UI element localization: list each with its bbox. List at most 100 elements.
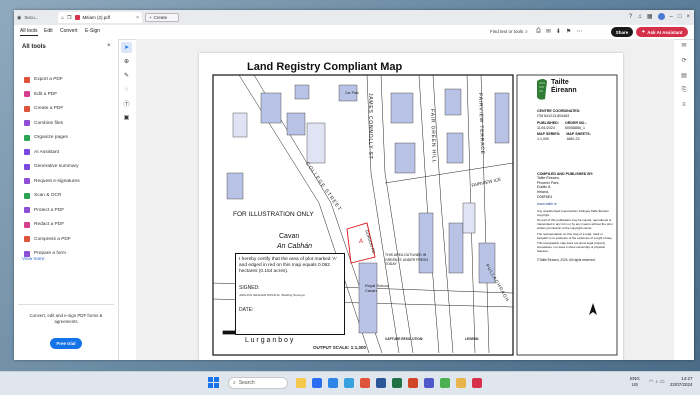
chrome-app-icon[interactable]: [440, 378, 450, 388]
tool-item[interactable]: Compress a PDF: [24, 235, 71, 244]
excel-app-icon[interactable]: [392, 378, 402, 388]
tool-item[interactable]: Redact a PDF: [24, 220, 64, 229]
window-close-icon[interactable]: ×: [686, 14, 690, 20]
find-tools[interactable]: Find text or tools ⌕: [490, 29, 528, 34]
ai-assistant-button[interactable]: ✦ Ask AI Assistant: [636, 27, 688, 37]
layers-icon[interactable]: ≡: [682, 102, 686, 108]
tool-item-label: Combine files: [34, 120, 64, 126]
document-canvas[interactable]: A Land Registry Compliant Map Tailte Éir: [136, 39, 674, 360]
close-panel-icon[interactable]: ×: [107, 43, 111, 49]
menu-edit[interactable]: Edit: [44, 28, 53, 34]
powerpoint-app-icon[interactable]: [408, 378, 418, 388]
copyright: ©Tailte Éireann, 2024. All rights reserv…: [537, 257, 596, 262]
place-name-ga: An Cabhán: [277, 243, 313, 250]
office-app-icon[interactable]: [360, 378, 370, 388]
tool-item[interactable]: Scan & OCR: [24, 191, 61, 200]
promo-box: Convert, edit and e-sign PDF forms & agr…: [18, 304, 114, 360]
menu-bar: All tools Edit Convert E-Sign Find text …: [14, 25, 694, 40]
tool-item[interactable]: Create a PDF: [24, 104, 63, 113]
tool-item[interactable]: Organize pages: [24, 133, 68, 142]
note: No part of this publication may be copie…: [537, 218, 613, 230]
promo-text: Convert, edit and e-sign PDF forms & agr…: [29, 313, 103, 324]
tool-item-label: Compress a PDF: [34, 236, 71, 242]
store-app-icon[interactable]: [344, 378, 354, 388]
help-icon[interactable]: ?: [629, 14, 632, 20]
capture-label: CAPTURE RESOLUTION:: [385, 337, 424, 341]
info-column: CENTRE COORDINATES: ITM 641213,804483 PU…: [537, 109, 613, 262]
create-label: Create: [153, 15, 168, 20]
tool-item[interactable]: Request e-signatures: [24, 177, 80, 186]
lasso-icon[interactable]: ◌: [121, 84, 132, 95]
save-icon[interactable]: ⬇: [556, 28, 561, 35]
search-icon: ⌕: [525, 29, 528, 34]
series-row: MAP SERIES: 1:1,000 MAP SHEETS: 1660-23: [537, 132, 613, 141]
compiled-line: D08F6E4: [537, 194, 553, 199]
search-icon: ⌕: [233, 380, 236, 386]
battery-icon[interactable]: ▭: [660, 379, 665, 385]
teams-app-icon[interactable]: [424, 378, 434, 388]
website-link[interactable]: www.tailte.ie: [537, 202, 613, 207]
wifi-icon[interactable]: ◠: [649, 379, 653, 385]
language-indicator[interactable]: ENG US: [630, 376, 640, 388]
folder-app-icon[interactable]: [296, 378, 306, 388]
pdf-page: A Land Registry Compliant Map Tailte Éir: [199, 53, 623, 360]
more-icon[interactable]: ⋯: [576, 28, 582, 35]
map-series-value: 1:1,000: [537, 136, 549, 141]
share-button[interactable]: Share: [611, 27, 633, 37]
published-value: 11/01/2024: [537, 125, 555, 130]
clock[interactable]: 14:27 22/07/2024: [670, 376, 693, 388]
select-cursor-icon[interactable]: ➤: [121, 42, 132, 53]
view-more-link[interactable]: View more: [22, 257, 45, 262]
tool-icon: [24, 91, 30, 97]
mail-icon[interactable]: ✉: [546, 28, 551, 35]
attachment-icon[interactable]: ⎘: [682, 87, 687, 94]
acrobat-app-icon[interactable]: [472, 378, 482, 388]
refresh-icon[interactable]: ⟳: [681, 57, 686, 64]
zoom-icon[interactable]: ⊕: [121, 56, 132, 67]
print-icon[interactable]: ⎙: [536, 28, 541, 35]
avatar[interactable]: [657, 13, 665, 20]
north-arrow-icon: [589, 303, 597, 315]
tool-item[interactable]: Generative summary: [24, 162, 79, 171]
free-trial-button[interactable]: Free trial: [50, 338, 82, 349]
tool-icon: [24, 236, 30, 242]
tab-pdf[interactable]: ⌂ ❐ Mitiam (2).pdf ×: [58, 12, 142, 23]
pen-icon[interactable]: ✎: [121, 70, 132, 81]
bookmark-icon[interactable]: ⚑: [566, 28, 571, 35]
bell-icon[interactable]: ♫: [637, 14, 642, 20]
doc-actions: ⎙ ✉ ⬇ ⚑ ⋯: [536, 28, 582, 35]
menu-e-sign[interactable]: E-Sign: [85, 28, 100, 34]
minimize-icon[interactable]: –: [670, 14, 673, 20]
comment-icon[interactable]: ✉: [681, 42, 686, 49]
maximize-icon[interactable]: □: [678, 14, 682, 20]
text-select-icon[interactable]: Ⓣ: [121, 98, 132, 109]
right-toolbar: ✉ ⟳ ▤ ⎘ ≡: [677, 42, 691, 108]
tool-item[interactable]: Combine files: [24, 119, 63, 128]
menu-convert[interactable]: Convert: [60, 28, 78, 34]
tool-item[interactable]: Protect a PDF: [24, 206, 64, 215]
tool-icon: [24, 76, 30, 83]
create-button[interactable]: + Create: [145, 13, 179, 22]
apps-icon[interactable]: ▦: [647, 13, 653, 20]
note: The representation on this map of a road…: [537, 231, 613, 240]
tool-icon: [24, 221, 30, 228]
legend-label: LEGEND:: [465, 337, 480, 341]
mail-app-icon[interactable]: [312, 378, 322, 388]
note: This topographic map does not show legal…: [537, 241, 606, 253]
edge-app-icon[interactable]: [328, 378, 338, 388]
volume-icon[interactable]: ♪: [655, 379, 658, 385]
taskbar-search[interactable]: ⌕ Search: [228, 377, 288, 389]
tab-site[interactable]: ◉ Secu...: [14, 12, 54, 23]
tool-item[interactable]: Export a PDF: [24, 75, 63, 84]
menu-all-tools[interactable]: All tools: [20, 28, 38, 36]
word-app-icon[interactable]: [376, 378, 386, 388]
tool-item[interactable]: Edit a PDF: [24, 90, 57, 99]
stamp-icon[interactable]: ▣: [121, 112, 132, 123]
pages-icon[interactable]: ▤: [681, 72, 687, 79]
tool-item[interactable]: AI Assistant: [24, 148, 59, 157]
map-sheets-value: 1660-23: [566, 136, 580, 141]
panel-title: All tools: [22, 44, 46, 50]
windows-start-icon[interactable]: [208, 377, 219, 388]
close-icon[interactable]: ×: [136, 15, 139, 21]
explorer-app-icon[interactable]: [456, 378, 466, 388]
